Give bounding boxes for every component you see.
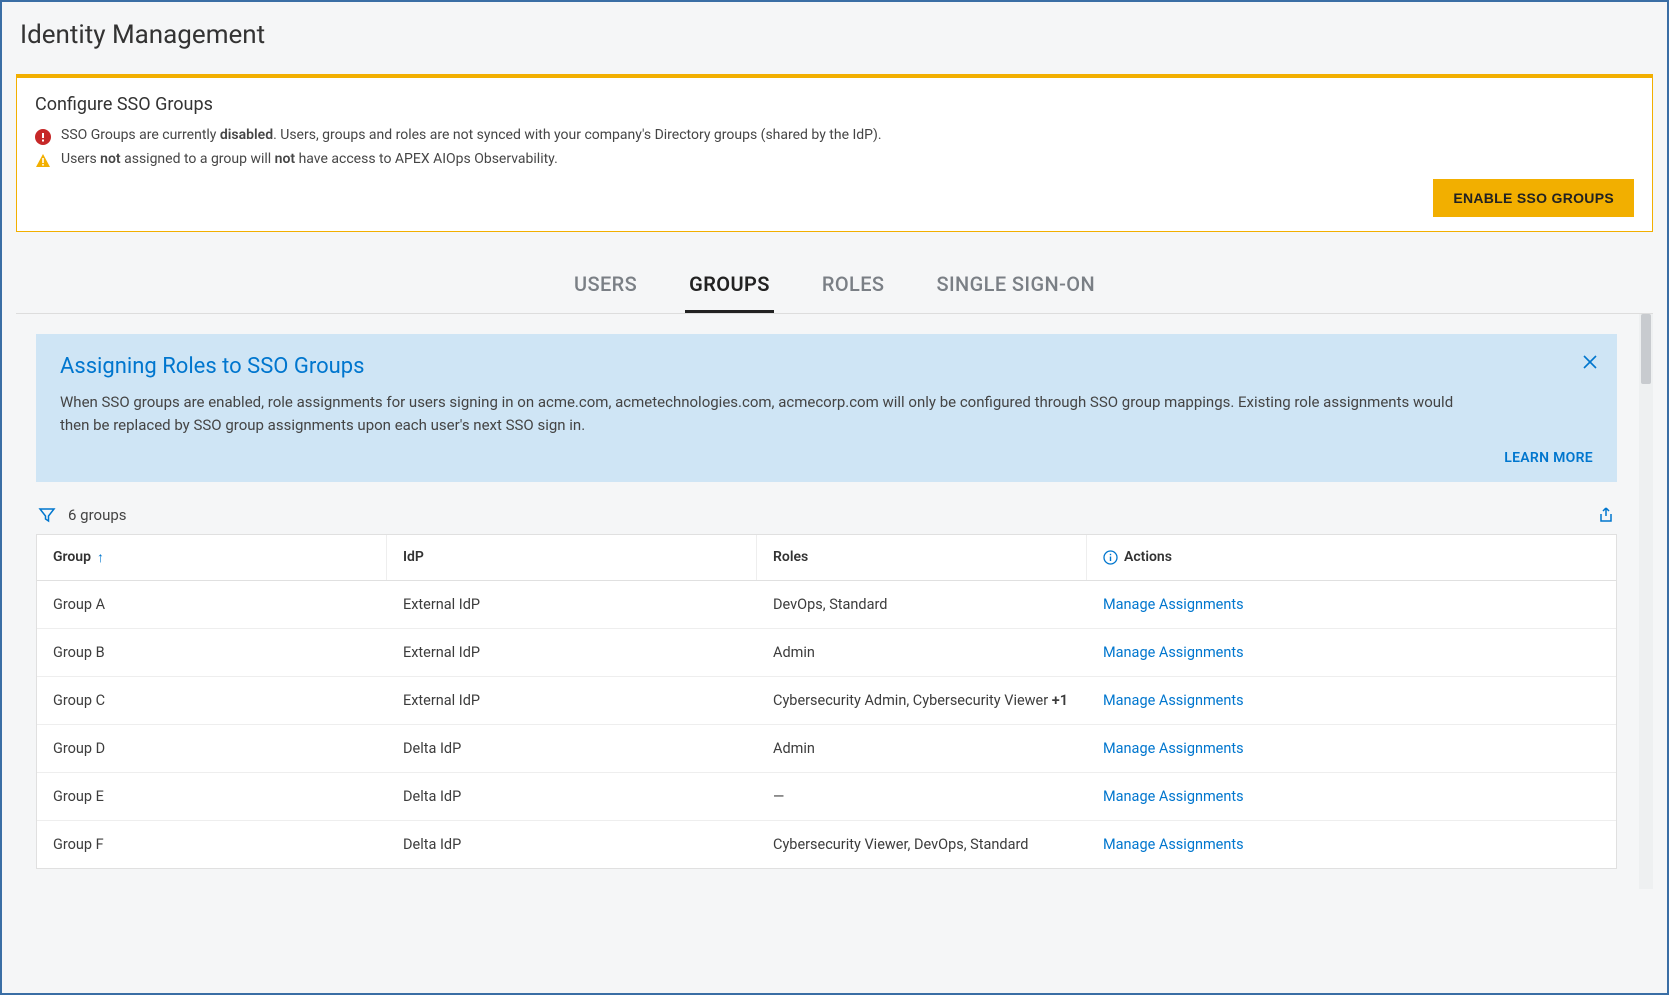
error-icon xyxy=(35,129,51,145)
manage-assignments-link[interactable]: Manage Assignments xyxy=(1103,836,1244,853)
cell-actions: Manage Assignments xyxy=(1087,773,1616,820)
configure-sso-card: Configure SSO Groups SSO Groups are curr… xyxy=(16,74,1653,232)
info-icon[interactable] xyxy=(1103,550,1118,565)
info-banner: Assigning Roles to SSO Groups When SSO g… xyxy=(36,334,1617,482)
table-row: Group DDelta IdPAdmin Manage Assignments xyxy=(37,725,1616,773)
callout-error-text: SSO Groups are currently disabled. Users… xyxy=(61,127,882,143)
cell-roles: Admin xyxy=(757,725,1087,772)
tab-single-sign-on[interactable]: SINGLE SIGN-ON xyxy=(932,260,1099,313)
tab-groups[interactable]: GROUPS xyxy=(685,260,774,313)
manage-assignments-link[interactable]: Manage Assignments xyxy=(1103,740,1244,757)
cell-actions: Manage Assignments xyxy=(1087,677,1616,724)
manage-assignments-link[interactable]: Manage Assignments xyxy=(1103,788,1244,805)
cell-group: Group F xyxy=(37,821,387,868)
tab-users[interactable]: USERS xyxy=(570,260,641,313)
cell-idp: Delta IdP xyxy=(387,773,757,820)
cell-roles: Cybersecurity Viewer, DevOps, Standard xyxy=(757,821,1087,868)
info-banner-title: Assigning Roles to SSO Groups xyxy=(60,354,1593,379)
cell-actions: Manage Assignments xyxy=(1087,629,1616,676)
tab-bar: USERS GROUPS ROLES SINGLE SIGN-ON xyxy=(16,260,1653,314)
col-header-roles[interactable]: Roles xyxy=(757,535,1087,580)
cell-actions: Manage Assignments xyxy=(1087,581,1616,628)
info-banner-body: When SSO groups are enabled, role assign… xyxy=(60,391,1480,438)
manage-assignments-link[interactable]: Manage Assignments xyxy=(1103,692,1244,709)
cell-actions: Manage Assignments xyxy=(1087,725,1616,772)
export-icon[interactable] xyxy=(1597,506,1615,524)
col-header-group[interactable]: Group ↑ xyxy=(37,535,387,580)
tab-roles[interactable]: ROLES xyxy=(818,260,889,313)
callout-warn-row: Users not assigned to a group will not h… xyxy=(35,151,1634,169)
cell-idp: Delta IdP xyxy=(387,821,757,868)
table-header-row: Group ↑ IdP Roles Actions xyxy=(37,535,1616,581)
page-title: Identity Management xyxy=(16,20,1653,50)
manage-assignments-link[interactable]: Manage Assignments xyxy=(1103,596,1244,613)
table-row: Group BExternal IdPAdmin Manage Assignmen… xyxy=(37,629,1616,677)
cell-group: Group D xyxy=(37,725,387,772)
table-row: Group AExternal IdPDevOps, Standard Manag… xyxy=(37,581,1616,629)
table-row: Group CExternal IdPCybersecurity Admin, … xyxy=(37,677,1616,725)
manage-assignments-link[interactable]: Manage Assignments xyxy=(1103,644,1244,661)
cell-group: Group C xyxy=(37,677,387,724)
callout-warn-text: Users not assigned to a group will not h… xyxy=(61,151,558,167)
groups-table: Group ↑ IdP Roles Actions Group AExterna… xyxy=(36,534,1617,869)
close-icon[interactable] xyxy=(1581,352,1599,376)
col-header-actions: Actions xyxy=(1087,535,1616,580)
cell-idp: External IdP xyxy=(387,581,757,628)
content-area: Assigning Roles to SSO Groups When SSO g… xyxy=(16,314,1653,889)
filter-icon[interactable] xyxy=(38,506,56,524)
enable-sso-groups-button[interactable]: ENABLE SSO GROUPS xyxy=(1433,179,1634,217)
table-toolbar: 6 groups xyxy=(36,506,1617,524)
col-header-idp[interactable]: IdP xyxy=(387,535,757,580)
warning-icon xyxy=(35,153,51,169)
sort-asc-icon: ↑ xyxy=(97,549,104,566)
cell-group: Group A xyxy=(37,581,387,628)
table-row: Group FDelta IdPCybersecurity Viewer, De… xyxy=(37,821,1616,868)
cell-actions: Manage Assignments xyxy=(1087,821,1616,868)
cell-roles: DevOps, Standard xyxy=(757,581,1087,628)
table-row: Group EDelta IdP— Manage Assignments xyxy=(37,773,1616,821)
cell-group: Group E xyxy=(37,773,387,820)
scrollbar-thumb[interactable] xyxy=(1641,314,1651,384)
cell-group: Group B xyxy=(37,629,387,676)
group-count-label: 6 groups xyxy=(68,506,127,524)
cell-roles: — xyxy=(757,773,1087,820)
callout-error-row: SSO Groups are currently disabled. Users… xyxy=(35,127,1634,145)
cell-roles: Cybersecurity Admin, Cybersecurity Viewe… xyxy=(757,677,1087,724)
scrollbar[interactable] xyxy=(1639,314,1653,889)
learn-more-link[interactable]: LEARN MORE xyxy=(1504,450,1593,466)
roles-more-badge[interactable]: +1 xyxy=(1052,692,1068,709)
cell-idp: External IdP xyxy=(387,629,757,676)
callout-title: Configure SSO Groups xyxy=(35,94,1634,115)
cell-idp: Delta IdP xyxy=(387,725,757,772)
cell-roles: Admin xyxy=(757,629,1087,676)
cell-idp: External IdP xyxy=(387,677,757,724)
